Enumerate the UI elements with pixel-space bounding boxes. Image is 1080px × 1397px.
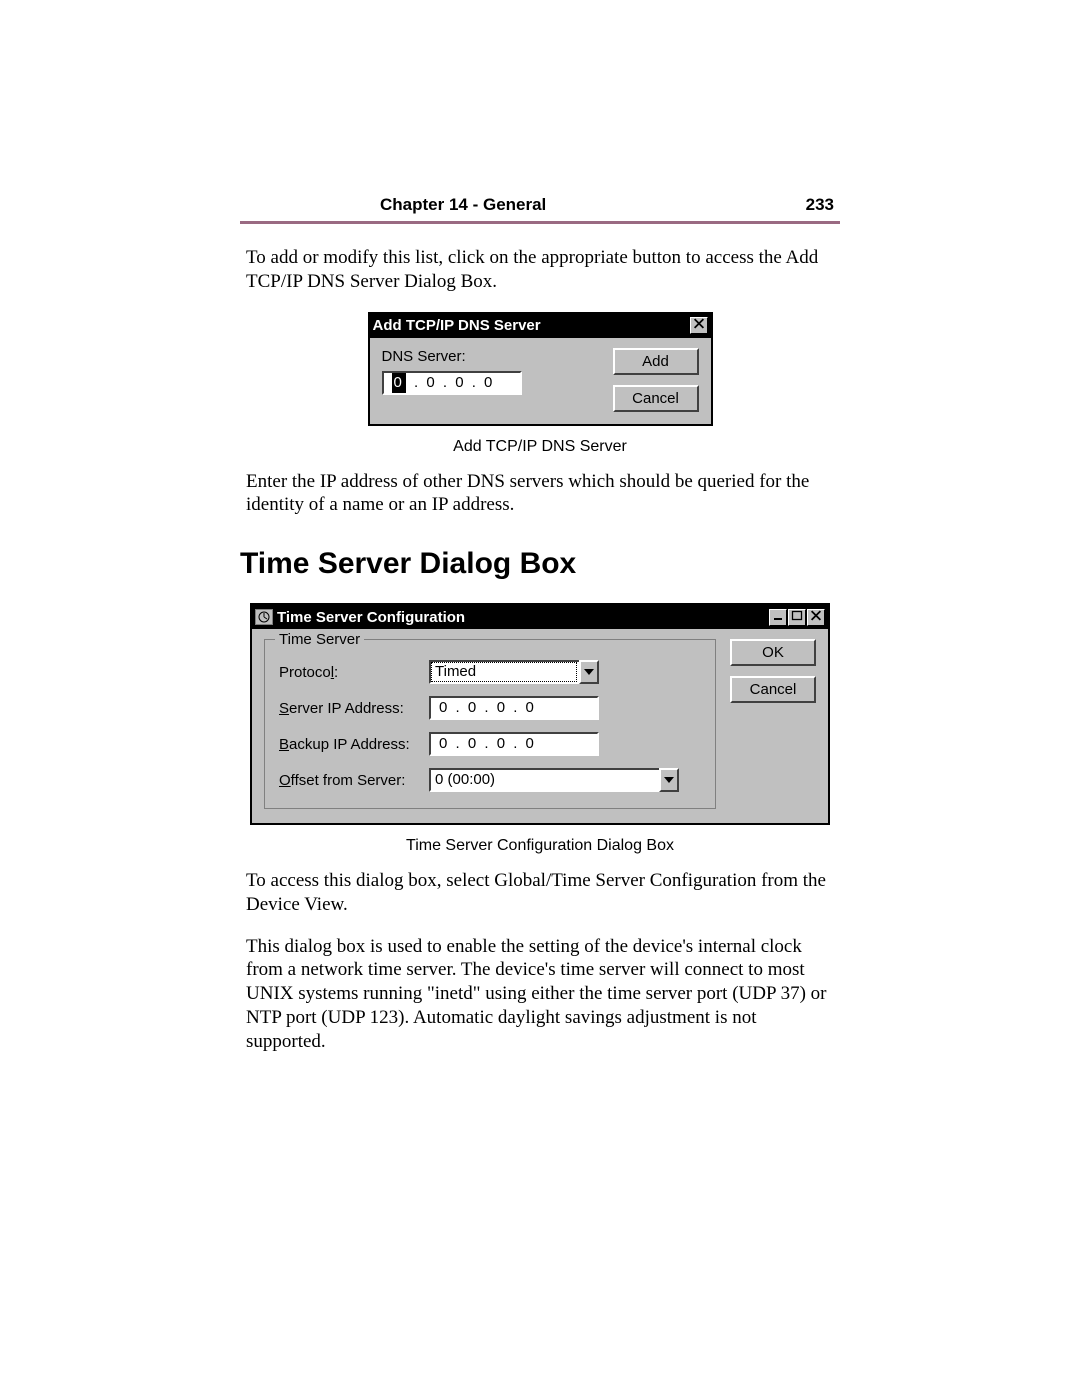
offset-value: 0 (00:00) bbox=[429, 768, 659, 792]
ts-paragraph-2: This dialog box is used to enable the se… bbox=[246, 935, 834, 1054]
chevron-down-icon[interactable] bbox=[659, 768, 679, 792]
page-number: 233 bbox=[806, 195, 834, 215]
ts-titlebar: Time Server Configuration bbox=[252, 605, 828, 629]
close-icon[interactable] bbox=[690, 317, 708, 334]
dns-description: Enter the IP address of other DNS server… bbox=[246, 470, 834, 518]
backup-ip-label: Backup IP Address: bbox=[279, 736, 429, 753]
cancel-button[interactable]: Cancel bbox=[613, 385, 699, 412]
header-rule bbox=[240, 221, 840, 224]
maximize-icon[interactable] bbox=[788, 609, 806, 626]
offset-select[interactable]: 0 (00:00) bbox=[429, 768, 679, 792]
add-button[interactable]: Add bbox=[613, 348, 699, 375]
protocol-label: Protocol: bbox=[279, 664, 429, 681]
ok-button[interactable]: OK bbox=[730, 639, 816, 666]
dns-ip-octet-selected: 0 bbox=[392, 373, 406, 393]
dns-server-label: DNS Server: bbox=[382, 348, 601, 365]
dns-dialog: Add TCP/IP DNS Server DNS Server: 0 . 0 … bbox=[368, 312, 713, 426]
minimize-icon[interactable] bbox=[769, 609, 787, 626]
timeserver-group: Time Server Protocol: Timed Server IP A bbox=[264, 639, 716, 809]
section-heading: Time Server Dialog Box bbox=[240, 547, 840, 581]
group-label: Time Server bbox=[275, 631, 364, 648]
offset-label: Offset from Server: bbox=[279, 772, 429, 789]
app-icon bbox=[255, 609, 273, 625]
intro-paragraph: To add or modify this list, click on the… bbox=[246, 246, 834, 294]
ts-title: Time Server Configuration bbox=[277, 609, 465, 626]
ts-caption: Time Server Configuration Dialog Box bbox=[240, 837, 840, 855]
dns-ip-input[interactable]: 0 . 0 . 0 . 0 bbox=[382, 371, 522, 395]
server-ip-label: Server IP Address: bbox=[279, 700, 429, 717]
protocol-value: Timed bbox=[429, 660, 579, 684]
server-ip-input[interactable]: 0 . 0 . 0 . 0 bbox=[429, 696, 599, 720]
backup-ip-input[interactable]: 0 . 0 . 0 . 0 bbox=[429, 732, 599, 756]
close-icon[interactable] bbox=[807, 609, 825, 626]
timeserver-dialog: Time Server Configuration Time Server Pr… bbox=[250, 603, 830, 825]
ts-paragraph-1: To access this dialog box, select Global… bbox=[246, 869, 834, 917]
chapter-title: Chapter 14 - General bbox=[380, 195, 546, 215]
chevron-down-icon[interactable] bbox=[579, 660, 599, 684]
dns-caption: Add TCP/IP DNS Server bbox=[240, 438, 840, 456]
page-header: Chapter 14 - General 233 bbox=[240, 195, 840, 215]
cancel-button[interactable]: Cancel bbox=[730, 676, 816, 703]
protocol-select[interactable]: Timed bbox=[429, 660, 599, 684]
dns-titlebar: Add TCP/IP DNS Server bbox=[370, 314, 711, 338]
dns-title: Add TCP/IP DNS Server bbox=[373, 317, 541, 334]
